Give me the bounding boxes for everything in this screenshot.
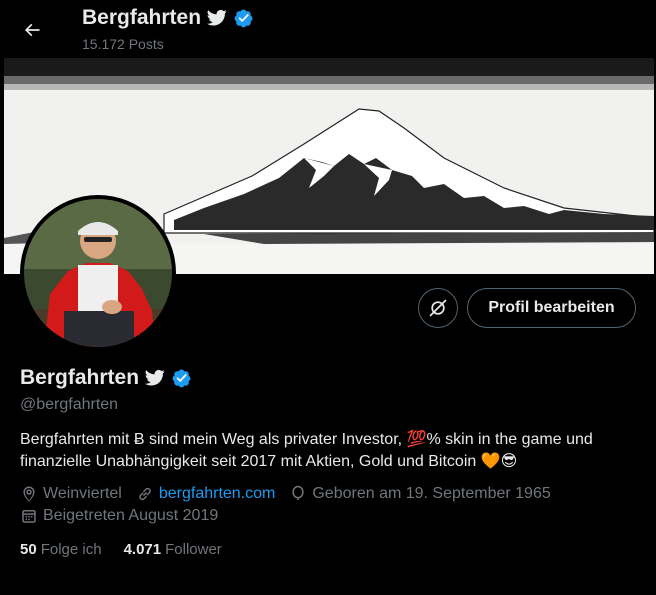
profile-avatar[interactable] [20,195,176,351]
header-name-row: Bergfahrten [82,6,254,30]
joined-text: Beigetreten August 2019 [43,507,219,524]
hundred-points-emoji: 💯 [406,431,427,448]
balloon-icon [292,485,304,500]
edit-profile-button[interactable]: Profil bearbeiten [467,288,636,328]
following-link[interactable]: 50 Folge ich [20,541,102,558]
verified-badge-icon [234,9,253,27]
link-icon [139,487,151,501]
sync-button[interactable] [418,288,458,328]
location-text: Weinviertel [43,485,122,502]
website-item[interactable]: bergfahrten.com [136,485,276,503]
followers-label: Follower [165,541,222,558]
sunglasses-emoji: 😎 [500,453,518,470]
bio-text-part1: Bergfahrten mit Ƀ sind mein Weg als priv… [20,431,407,448]
profile-joined-row: Beigetreten August 2019 [20,507,232,525]
location-pin-icon [23,486,35,502]
display-name-row: Bergfahrten [20,366,192,390]
joined-item: Beigetreten August 2019 [20,507,218,525]
profile-meta-row: Weinviertel bergfahrten.com Geboren am 1… [20,485,565,503]
orange-heart-emoji: 🧡 [480,453,501,470]
profile-bio: Bergfahrten mit Ƀ sind mein Weg als priv… [20,429,640,473]
sync-icon [429,299,447,317]
followers-count: 4.071 [123,541,162,558]
followers-link[interactable]: 4.071 Follower [124,541,222,558]
twitter-bird-icon [145,369,165,386]
verified-badge-icon[interactable] [171,368,192,389]
avatar-photo [24,199,172,347]
follow-stats: 50 Folge ich 4.071 Follower [20,541,244,558]
top-bar: Bergfahrten 15.172 Posts [0,0,656,58]
location-item: Weinviertel [20,485,122,503]
header-name: Bergfahrten [82,6,202,29]
following-label: Folge ich [40,541,102,558]
user-handle: @bergfahrten [20,396,119,413]
birthday-item: Geboren am 19. September 1965 [289,485,551,503]
back-arrow-icon [24,23,40,37]
birthday-text: Geboren am 19. September 1965 [312,485,551,502]
back-button[interactable] [14,12,50,48]
website-link[interactable]: bergfahrten.com [159,485,276,503]
calendar-icon [22,510,36,523]
post-count: 15.172 Posts [82,36,164,52]
following-count: 50 [20,541,37,558]
display-name: Bergfahrten [20,366,140,389]
twitter-bird-icon [207,9,227,26]
